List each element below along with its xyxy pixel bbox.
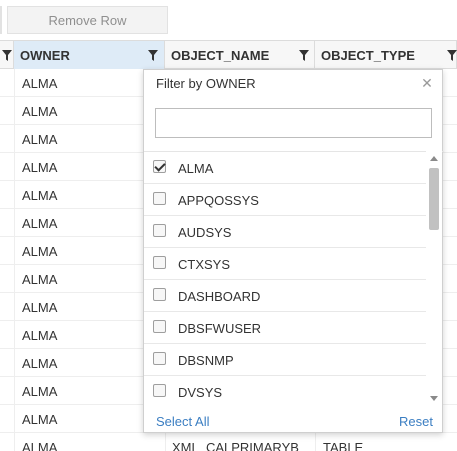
filter-option[interactable]: CTXSYS: [144, 248, 428, 280]
remove-row-button[interactable]: Remove Row: [7, 6, 168, 34]
filter-option[interactable]: DASHBOARD: [144, 280, 428, 312]
scroll-down-arrow-icon[interactable]: [430, 396, 438, 401]
filter-option[interactable]: ALMA: [144, 152, 428, 184]
cell-owner: ALMA: [22, 132, 58, 147]
filter-option-label: CTXSYS: [178, 257, 231, 272]
filter-option[interactable]: DVSYS: [144, 376, 428, 406]
checkbox[interactable]: [153, 256, 166, 269]
cell-owner: ALMA: [22, 356, 58, 371]
column-divider: [14, 237, 15, 265]
checkbox[interactable]: [153, 288, 166, 301]
filter-popup: Filter by OWNER ✕ ALMA APPQOSSYS AUDSYS CTX…: [143, 69, 444, 434]
filter-funnel-icon[interactable]: [2, 50, 12, 61]
filter-option[interactable]: AUDSYS: [144, 216, 428, 248]
filter-option[interactable]: APPQOSSYS: [144, 184, 428, 216]
header-cell-leading: [0, 41, 14, 69]
scrollbar-thumb[interactable]: [429, 168, 439, 230]
column-divider: [14, 377, 15, 405]
column-divider: [315, 433, 316, 451]
filter-options-list: ALMA APPQOSSYS AUDSYS CTXSYS DASHBOARD DBSFWU…: [144, 151, 444, 406]
column-divider: [14, 293, 15, 321]
header-cell-object-type[interactable]: OBJECT_TYPE: [315, 41, 457, 69]
filter-funnel-icon[interactable]: [299, 50, 309, 61]
column-divider: [14, 321, 15, 349]
cell-owner: ALMA: [22, 76, 58, 91]
checkbox[interactable]: [153, 192, 166, 205]
checkbox[interactable]: [153, 320, 166, 333]
filter-option-label: ALMA: [178, 161, 214, 176]
column-divider: [14, 69, 15, 97]
column-divider: [14, 349, 15, 377]
cell-owner: ALMA: [22, 244, 58, 259]
select-all-link[interactable]: Select All: [156, 414, 209, 429]
filter-funnel-icon[interactable]: [447, 50, 457, 61]
header-object-type-label: OBJECT_TYPE: [321, 47, 415, 63]
cell-owner: ALMA: [22, 328, 58, 343]
column-divider: [14, 265, 15, 293]
close-icon[interactable]: ✕: [420, 76, 434, 90]
column-divider: [14, 433, 15, 451]
cell-object-type: TABLE: [323, 440, 364, 451]
cell-owner: ALMA: [22, 412, 58, 427]
cell-owner: ALMA: [22, 272, 58, 287]
column-divider: [14, 97, 15, 125]
checkbox-checked[interactable]: [153, 160, 166, 173]
filter-popup-title: Filter by OWNER: [156, 76, 256, 91]
filter-list-scrollbar[interactable]: [426, 151, 442, 406]
column-divider: [165, 433, 166, 451]
column-divider: [14, 153, 15, 181]
toolbar: Remove Row: [0, 0, 457, 40]
toolbar-left-button-edge[interactable]: [0, 6, 2, 34]
filter-option-label: AUDSYS: [178, 225, 232, 240]
column-divider: [14, 125, 15, 153]
cell-owner: ALMA: [22, 300, 58, 315]
filter-option-label: DBSNMP: [178, 353, 234, 368]
header-cell-owner[interactable]: OWNER: [14, 41, 165, 69]
filter-funnel-icon[interactable]: [148, 50, 158, 61]
header-owner-label: OWNER: [20, 47, 70, 63]
cell-owner: ALMA: [22, 104, 58, 119]
column-divider: [14, 405, 15, 433]
table-row[interactable]: ALMA XML_CALPRIMARYB TABLE: [0, 433, 457, 451]
cell-owner: ALMA: [22, 216, 58, 231]
checkbox[interactable]: [153, 224, 166, 237]
header-cell-object-name[interactable]: OBJECT_NAME: [165, 41, 315, 69]
filter-option-label: DVSYS: [178, 385, 223, 400]
filter-option-label: DBSFWUSER: [178, 321, 262, 336]
filter-option[interactable]: DBSNMP: [144, 344, 428, 376]
cell-owner: ALMA: [22, 160, 58, 175]
grid-header: OWNER OBJECT_NAME OBJECT_TYPE: [0, 40, 457, 69]
filter-search-input[interactable]: [155, 108, 432, 138]
filter-option-label: DASHBOARD: [178, 289, 261, 304]
checkbox[interactable]: [153, 352, 166, 365]
cell-owner: ALMA: [22, 384, 58, 399]
column-divider: [14, 209, 15, 237]
cell-object-name: XML_CALPRIMARYB: [172, 440, 299, 451]
header-object-name-label: OBJECT_NAME: [171, 47, 270, 63]
checkbox[interactable]: [153, 384, 166, 397]
filter-option[interactable]: DBSFWUSER: [144, 312, 428, 344]
cell-owner: ALMA: [22, 440, 58, 451]
filter-option-label: APPQOSSYS: [178, 193, 259, 208]
cell-owner: ALMA: [22, 188, 58, 203]
filter-popup-footer: Select All Reset: [144, 406, 444, 434]
reset-link[interactable]: Reset: [399, 414, 433, 429]
column-divider: [14, 181, 15, 209]
scroll-up-arrow-icon[interactable]: [430, 156, 438, 161]
